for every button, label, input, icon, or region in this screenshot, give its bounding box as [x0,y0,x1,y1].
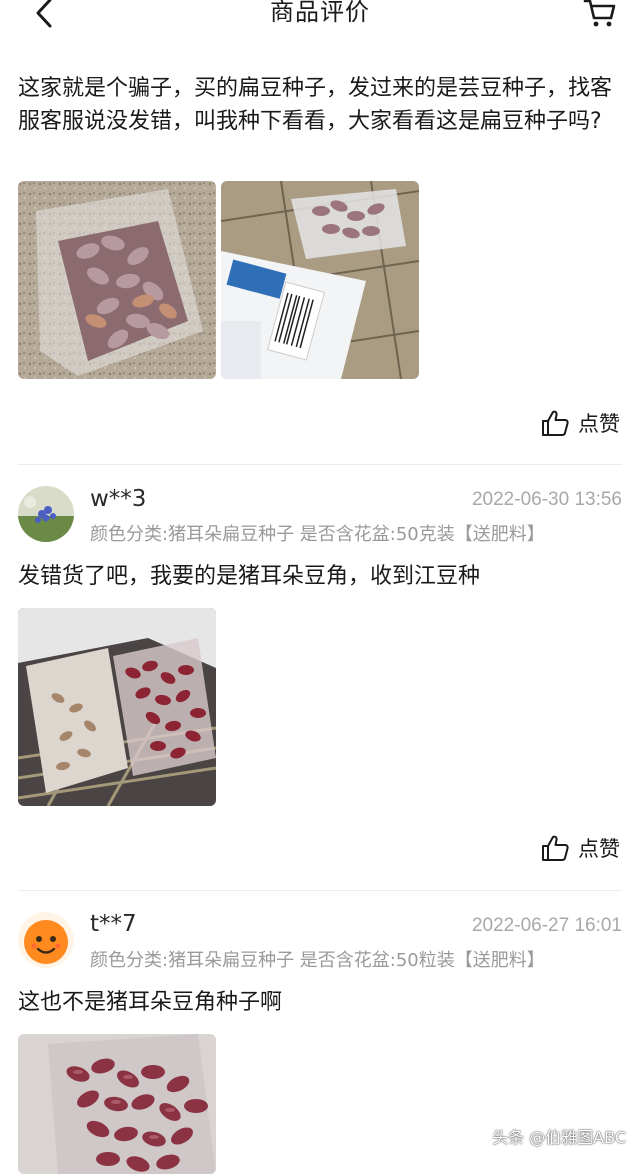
thumbs-up-icon [542,410,569,436]
top-nav-bar: 商品评价 [0,0,640,34]
review-photo[interactable] [18,181,216,379]
review-photo[interactable] [221,181,419,379]
like-label: 点赞 [578,837,620,861]
like-button[interactable]: 点赞 [540,406,620,440]
sku-info: 颜色分类:猪耳朵扁豆种子 是否含花盆:50克装【送肥料】 [90,524,545,545]
review-text: 这家就是个骗子，买的扁豆种子，发过来的是芸豆种子，找客服客服说没发错，叫我种下看… [18,76,613,134]
review-date: 2022-06-30 13:56 [471,489,622,510]
page-title: 商品评价 [270,0,370,26]
review-text: 这也不是猪耳朵豆角种子啊 [18,990,283,1015]
review-text: 发错货了吧，我要的是猪耳朵豆角，收到江豆种 [18,564,481,589]
like-button[interactable]: 点赞 [540,831,620,865]
divider [18,890,622,891]
avatar[interactable] [18,912,74,968]
user-name: t**7 [90,911,137,937]
thumbs-up-icon [542,835,569,861]
user-name: w**3 [90,486,147,512]
avatar[interactable] [18,486,74,542]
watermark: 头条 @伯雅图ABC [492,1128,626,1147]
shopping-cart-icon [583,0,616,27]
divider [18,464,622,465]
review-photo[interactable] [18,608,216,806]
review-photo[interactable] [18,1034,216,1174]
sku-info: 颜色分类:猪耳朵扁豆种子 是否含花盆:50粒装【送肥料】 [90,950,545,971]
like-label: 点赞 [578,412,620,436]
cart-button[interactable] [582,0,618,30]
review-date: 2022-06-27 16:01 [471,915,622,936]
